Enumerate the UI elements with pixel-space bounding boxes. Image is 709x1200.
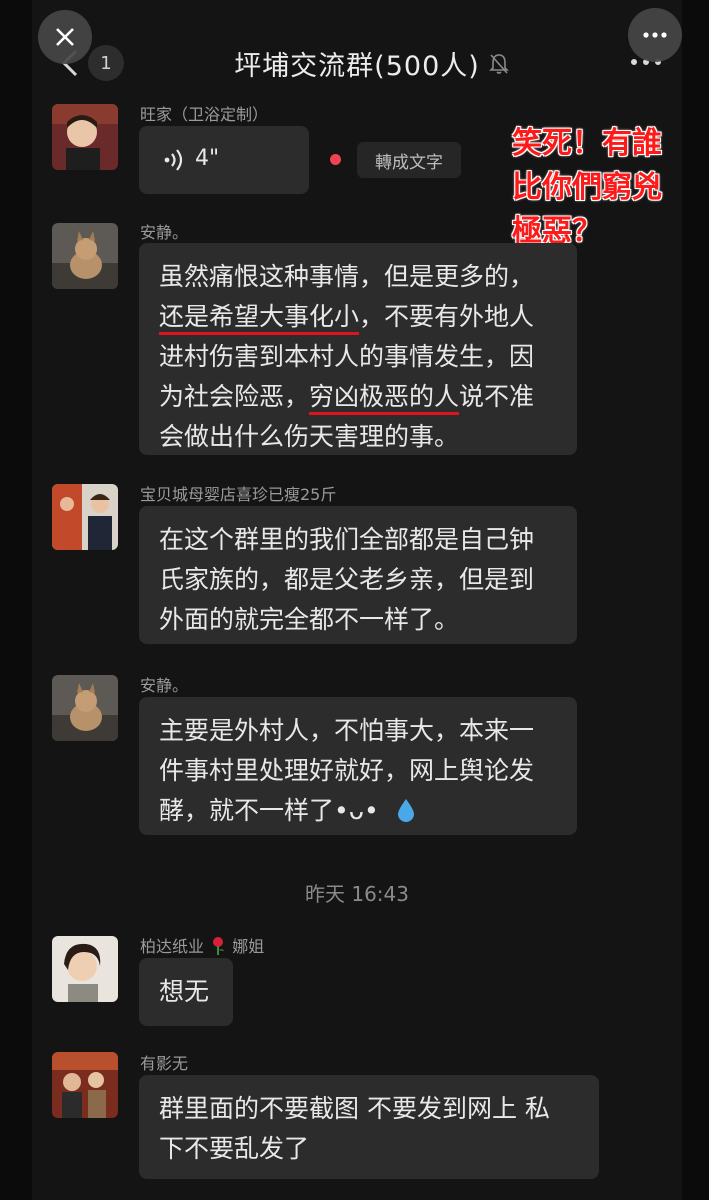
avatar[interactable] [52, 1052, 118, 1118]
message-line: 件事村里处理好就好，网上舆论发 [159, 756, 535, 785]
annotation-caption: 笑死！有誰 比你們窮兇 極惡？ [512, 122, 682, 254]
sender-name: 宝贝城母婴店喜珍已瘦25斤 [140, 485, 337, 504]
convert-to-text-button[interactable]: 轉成文字 [357, 142, 461, 178]
message-bubble[interactable]: 在这个群里的我们全部都是自己钟 氏家族的，都是父老乡亲，但是到 外面的就完全都不… [139, 506, 577, 644]
message-line: 酵，就不一样了•ᴗ• [159, 791, 557, 831]
close-button[interactable] [38, 10, 92, 64]
sender-name: 安静。 [140, 223, 189, 242]
voice-duration: 4" [195, 146, 220, 171]
message-text: ，不要有外地人 [359, 302, 535, 331]
message-bubble[interactable]: 想无 [139, 958, 233, 1026]
highlighted-phrase: 还是希望大事化小 [159, 302, 360, 331]
message-line: 下不要乱发了 [159, 1134, 310, 1163]
voice-wave-icon [164, 149, 183, 171]
more-button[interactable] [628, 8, 682, 62]
droplet-emoji-icon [397, 799, 414, 822]
more-dots-icon [643, 32, 667, 38]
message-text: 酵，就不一样了•ᴗ• [159, 796, 379, 825]
sender-name: 安静。 [140, 676, 189, 695]
caption-line: 笑死！有誰 [512, 126, 662, 161]
message-line: 虽然痛恨这种事情，但是更多的， [159, 262, 535, 291]
sender-name-prefix: 柏达纸业 [140, 937, 205, 956]
sender-name-suffix: 娜姐 [232, 937, 265, 956]
message-text: 说不准 [459, 382, 535, 411]
sender-name: 旺家（卫浴定制） [140, 105, 269, 124]
avatar[interactable] [52, 223, 118, 289]
message-bubble[interactable]: 虽然痛恨这种事情，但是更多的， 还是希望大事化小，不要有外地人 进村伤害到本村人… [139, 243, 577, 455]
message-line: 主要是外村人，不怕事大，本来一 [159, 716, 535, 745]
message-bubble[interactable]: 主要是外村人，不怕事大，本来一 件事村里处理好就好，网上舆论发 酵，就不一样了•… [139, 697, 577, 835]
message-bubble[interactable]: 群里面的不要截图 不要发到网上 私 下不要乱发了 [139, 1075, 599, 1179]
highlighted-phrase: 穷凶极恶的人 [309, 382, 460, 411]
message-line: 想无 [159, 977, 210, 1006]
chat-header: 1 坪埔交流群(500人) [32, 0, 682, 100]
sender-name: 柏达纸业 娜姐 [140, 933, 264, 957]
message-line: 外面的就完全都不一样了。 [159, 605, 460, 634]
unplayed-dot [330, 154, 341, 165]
caption-line: 比你們窮兇 [512, 170, 662, 205]
avatar[interactable] [52, 675, 118, 741]
message-line: 在这个群里的我们全部都是自己钟 [159, 525, 535, 554]
message-line: 会做出什么伤天害理的事。 [159, 422, 460, 451]
message-line: 氏家族的，都是父老乡亲，但是到 [159, 565, 535, 594]
message-line: 群里面的不要截图 不要发到网上 私 [159, 1094, 550, 1123]
chat-title: 坪埔交流群(500人) [234, 51, 480, 82]
sender-name: 有影无 [140, 1054, 189, 1073]
voice-message-bubble[interactable]: 4" [139, 126, 309, 194]
close-icon [56, 28, 74, 46]
message-text: 为社会险恶， [159, 382, 310, 411]
avatar[interactable] [52, 484, 118, 550]
message-line: 进村伤害到本村人的事情发生，因 [159, 342, 535, 371]
message-line: 还是希望大事化小，不要有外地人 [159, 297, 557, 337]
mute-bell-icon [489, 54, 509, 74]
timestamp-divider: 昨天 16:43 [305, 882, 409, 906]
rose-emoji-icon [213, 937, 225, 955]
avatar[interactable] [52, 936, 118, 1002]
message-line: 为社会险恶，穷凶极恶的人说不准 [159, 377, 557, 417]
avatar[interactable] [52, 104, 118, 170]
